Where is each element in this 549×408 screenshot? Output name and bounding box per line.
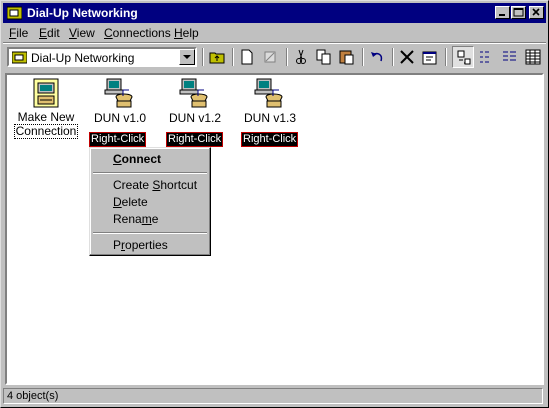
menu-view[interactable]: View — [69, 26, 95, 40]
toolbar-separator — [392, 48, 394, 66]
disconnect-drive-button[interactable] — [259, 46, 281, 68]
make-new-connection-icon — [33, 78, 59, 108]
properties-button[interactable] — [419, 46, 441, 68]
delete-button[interactable] — [396, 46, 418, 68]
icon-dun-v13[interactable]: DUN v1.3 — [239, 77, 301, 125]
menu-item-connect[interactable]: Connect — [113, 152, 161, 166]
icon-dun-v12[interactable]: DUN v1.2 — [164, 77, 226, 125]
dialup-connection-icon — [254, 78, 283, 108]
menu-item-create-shortcut[interactable]: Create Shortcut — [113, 178, 197, 192]
document-icon — [241, 49, 253, 65]
scissors-icon — [296, 49, 306, 64]
address-combo[interactable]: Dial-Up Networking — [7, 47, 197, 67]
minimize-icon — [499, 14, 505, 16]
details-view-button[interactable] — [522, 46, 544, 68]
menu-item-rename[interactable]: Rename — [113, 212, 158, 226]
cut-button[interactable] — [290, 46, 312, 68]
menu-separator — [93, 172, 207, 174]
status-panel: 4 object(s) — [3, 388, 543, 404]
details-icon — [525, 49, 541, 65]
dialup-connection-icon — [179, 78, 208, 108]
undo-button[interactable] — [366, 46, 388, 68]
dialup-connection-icon — [104, 78, 133, 108]
list-icon — [503, 51, 516, 61]
toolbar-separator — [202, 48, 204, 66]
menu-separator — [93, 232, 207, 234]
small-icons-icon — [480, 51, 489, 63]
icon-make-new-connection[interactable]: Make New Connection — [13, 77, 79, 139]
close-icon — [532, 8, 540, 16]
toolbar-separator — [445, 48, 447, 66]
map-drive-button[interactable] — [236, 46, 258, 68]
dialup-folder-icon — [7, 6, 22, 20]
small-icons-button[interactable] — [476, 46, 498, 68]
label-dun-v13: DUN v1.3 — [243, 111, 296, 125]
copy-button[interactable] — [313, 46, 335, 68]
icon-dun-v10[interactable]: DUN v1.0 — [89, 77, 151, 125]
menu-help[interactable]: Help — [174, 26, 199, 40]
window: Dial-Up Networking File Edit View Connec… — [0, 0, 549, 408]
toolbar-separator — [286, 48, 288, 66]
menu-file[interactable]: File — [9, 26, 28, 40]
delete-x-icon — [400, 50, 414, 64]
menu-connections[interactable]: Connections — [104, 26, 171, 40]
clipboard-icon — [339, 50, 354, 65]
menu-bar: File Edit View Connections Help — [3, 24, 546, 42]
close-button[interactable] — [529, 6, 544, 19]
toolbar-separator — [362, 48, 364, 66]
dialup-folder-icon — [12, 51, 27, 64]
label-dun-v12: DUN v1.2 — [168, 111, 221, 125]
status-bar: 4 object(s) — [3, 387, 546, 405]
large-icons-button[interactable] — [452, 46, 474, 68]
menu-item-delete[interactable]: Delete — [113, 195, 148, 209]
paste-button[interactable] — [336, 46, 358, 68]
toolbar-separator — [232, 48, 234, 66]
list-view-button[interactable] — [499, 46, 521, 68]
right-click-tag: Right-Click — [166, 132, 224, 147]
menu-edit[interactable]: Edit — [39, 26, 60, 40]
maximize-icon — [513, 8, 524, 17]
menu-divider — [3, 42, 546, 44]
file-view[interactable]: Make New Connection DUN v1.0 Right-Click — [5, 73, 544, 385]
status-text: 4 object(s) — [7, 390, 59, 402]
address-value: Dial-Up Networking — [31, 51, 135, 65]
minimize-button[interactable] — [495, 6, 510, 19]
toolbar: Dial-Up Networking — [3, 45, 546, 71]
up-folder-icon — [209, 52, 225, 64]
menu-item-properties[interactable]: Properties — [113, 238, 168, 252]
disconnect-icon — [264, 51, 276, 63]
label-connection: Connection — [13, 124, 79, 139]
properties-icon — [422, 51, 437, 65]
right-click-tag: Right-Click — [89, 132, 147, 147]
label-dun-v10: DUN v1.0 — [93, 111, 146, 125]
window-title: Dial-Up Networking — [27, 6, 138, 20]
address-dropdown-button[interactable] — [179, 49, 195, 65]
label-make-new: Make New — [17, 110, 75, 124]
maximize-button[interactable] — [511, 6, 526, 19]
chevron-down-icon — [183, 55, 191, 59]
copy-icon — [316, 49, 331, 65]
up-one-level-button[interactable] — [206, 46, 228, 68]
large-icons-icon — [457, 50, 471, 65]
title-bar[interactable]: Dial-Up Networking — [3, 3, 546, 23]
context-menu: Connect Create Shortcut Delete Rename Pr… — [89, 147, 211, 256]
right-click-tag: Right-Click — [241, 132, 299, 147]
undo-icon — [371, 52, 383, 62]
